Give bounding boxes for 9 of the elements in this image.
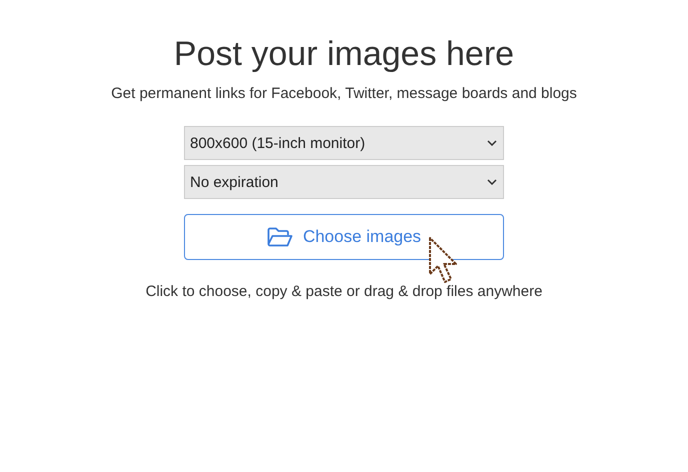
choose-images-button[interactable]: Choose images xyxy=(184,214,504,260)
chevron-down-icon xyxy=(487,140,497,146)
dropdown-select[interactable]: No expiration xyxy=(184,165,504,199)
folder-icon xyxy=(266,227,293,247)
dropdown-select[interactable]: 800x600 (15-inch monitor) xyxy=(184,126,504,160)
page-heading: Post your images here xyxy=(174,34,514,74)
subtitle: Get permanent links for Facebook, Twitter, message boards and blogs xyxy=(111,84,577,104)
chevron-down-icon xyxy=(487,179,497,185)
hint-text: Click to choose, copy & paste or drag & drop files anywhere xyxy=(146,282,542,302)
